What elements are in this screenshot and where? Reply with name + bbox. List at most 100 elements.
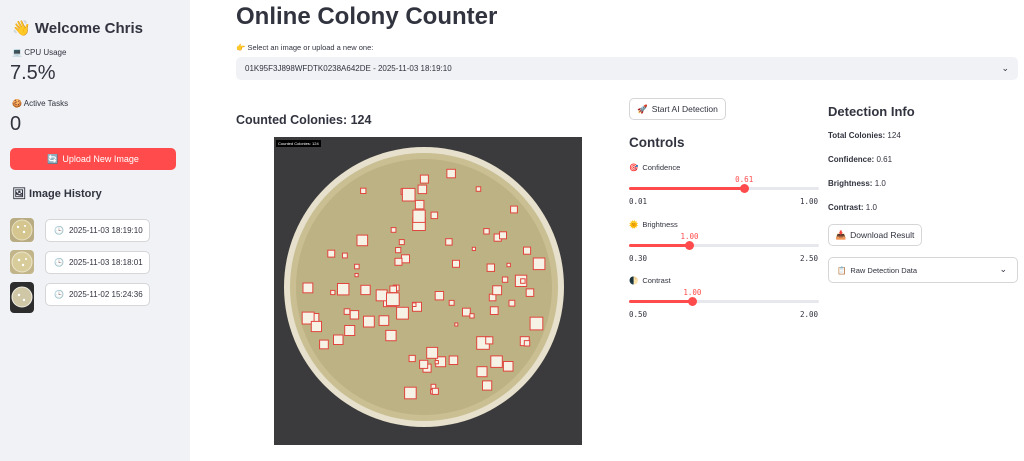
sun-icon: 🌞 bbox=[629, 220, 639, 229]
brightness-slider[interactable] bbox=[629, 241, 819, 250]
image-select-label: 👉 Select an image or upload a new one: bbox=[236, 43, 374, 52]
colony-detection-box bbox=[396, 306, 409, 320]
colony-image: Counted Colonies: 124 bbox=[274, 137, 582, 445]
colony-detection-box bbox=[385, 329, 397, 342]
target-icon: 🎯 bbox=[629, 163, 639, 172]
colony-detection-box bbox=[363, 315, 375, 328]
colony-detection-box bbox=[476, 366, 488, 378]
colony-detection-box bbox=[342, 252, 348, 259]
colony-detection-box bbox=[310, 320, 322, 333]
wave-icon: 👋 bbox=[12, 20, 31, 37]
download-result-button[interactable]: 📥 Download Result bbox=[828, 224, 922, 246]
contrast-min: 0.50 bbox=[629, 310, 648, 319]
colony-detection-box bbox=[475, 186, 482, 192]
history-item[interactable]: 🕒 2025-11-02 15:24:36 bbox=[45, 283, 150, 306]
colony-detection-box bbox=[354, 263, 360, 270]
confidence-slider[interactable] bbox=[629, 184, 819, 193]
cookie-icon: 🍪 bbox=[12, 99, 22, 108]
colony-detection-box bbox=[508, 299, 516, 307]
colony-detection-box bbox=[482, 380, 493, 391]
colony-detection-box bbox=[430, 211, 439, 220]
slider-fill bbox=[629, 187, 745, 190]
colony-detection-box bbox=[445, 238, 453, 246]
colony-detection-box bbox=[386, 292, 400, 307]
colony-detection-box bbox=[529, 316, 544, 331]
slider-fill bbox=[629, 244, 690, 247]
upload-new-image-button[interactable]: 🔄 Upload New Image bbox=[10, 148, 176, 170]
total-colonies-info: Total Colonies: 124 bbox=[828, 131, 901, 140]
colony-detection-box bbox=[471, 246, 477, 252]
history-item[interactable]: 🕒 2025-11-03 18:18:01 bbox=[45, 251, 150, 274]
history-thumbnail[interactable] bbox=[10, 282, 34, 313]
clock-icon: 🕒 bbox=[54, 226, 64, 235]
colony-detection-box bbox=[394, 257, 403, 266]
colony-detection-box bbox=[523, 246, 532, 255]
colony-detection-box bbox=[506, 262, 511, 268]
colony-detection-box bbox=[431, 387, 439, 395]
raw-detection-data-expander[interactable]: 📋 Raw Detection Data ⌄ bbox=[828, 257, 1018, 283]
brightness-max: 2.50 bbox=[800, 254, 819, 263]
welcome-heading: 👋 Welcome Chris bbox=[12, 20, 143, 37]
colony-detection-box bbox=[483, 228, 490, 235]
sidebar: 👋 Welcome Chris 💻 CPU Usage 7.5% 🍪 Activ… bbox=[0, 0, 190, 461]
slider-thumb[interactable] bbox=[688, 297, 698, 306]
colony-detection-box bbox=[462, 307, 471, 317]
colony-detection-box bbox=[375, 289, 388, 302]
colony-detection-box bbox=[389, 285, 398, 294]
colony-detection-box bbox=[434, 291, 445, 301]
colony-detection-box bbox=[469, 313, 475, 319]
colony-detection-box bbox=[448, 355, 459, 365]
colony-detection-box bbox=[411, 302, 417, 307]
colony-detection-box bbox=[510, 205, 518, 214]
colony-detection-box bbox=[330, 289, 336, 296]
colony-detection-box bbox=[446, 168, 456, 179]
chevron-down-icon: ⌄ bbox=[1001, 63, 1009, 73]
colony-detection-box bbox=[434, 360, 439, 365]
confidence-label: 🎯 Confidence bbox=[629, 163, 681, 172]
colony-detection-box bbox=[356, 234, 369, 247]
colony-detection-box bbox=[525, 288, 535, 297]
computer-icon: 💻 bbox=[12, 48, 22, 57]
colony-detection-box bbox=[401, 187, 416, 202]
contrast-value: 1.00 bbox=[683, 288, 702, 297]
confidence-min: 0.01 bbox=[629, 197, 648, 206]
slider-thumb[interactable] bbox=[740, 184, 750, 193]
colony-detection-box bbox=[378, 315, 390, 326]
colony-detection-box bbox=[448, 299, 455, 306]
brightness-info: Brightness: 1.0 bbox=[828, 179, 886, 188]
colony-detection-box bbox=[532, 257, 546, 271]
download-icon: 📥 bbox=[835, 229, 847, 240]
colony-detection-box bbox=[452, 259, 460, 268]
colony-detection-box bbox=[414, 199, 425, 210]
brightness-value: 1.00 bbox=[680, 232, 699, 241]
colony-detection-box bbox=[337, 283, 350, 296]
contrast-slider[interactable] bbox=[629, 297, 819, 306]
colony-detection-box bbox=[501, 276, 509, 283]
colony-detection-box bbox=[398, 239, 405, 246]
colony-detection-box bbox=[401, 254, 410, 264]
start-ai-detection-button[interactable]: 🚀 Start AI Detection bbox=[629, 98, 726, 120]
colony-detection-box bbox=[412, 209, 426, 223]
brightness-min: 0.30 bbox=[629, 254, 648, 263]
contrast-label: 🌓 Contrast bbox=[629, 276, 671, 285]
colony-detection-box bbox=[454, 322, 459, 327]
controls-heading: Controls bbox=[629, 135, 685, 150]
colony-detection-box bbox=[499, 231, 507, 240]
clipboard-icon: 📋 bbox=[837, 265, 847, 275]
colony-detection-box bbox=[426, 346, 439, 359]
colony-detection-box bbox=[327, 249, 336, 258]
active-tasks-value: 0 bbox=[10, 113, 22, 135]
colony-detection-box bbox=[302, 282, 314, 294]
rocket-icon: 🚀 bbox=[637, 103, 648, 114]
colony-detection-box bbox=[489, 306, 499, 316]
image-history-heading: 🖼 Image History bbox=[12, 188, 102, 200]
image-overlay-label: Counted Colonies: 124 bbox=[276, 140, 321, 147]
slider-thumb[interactable] bbox=[685, 241, 695, 250]
contrast-info: Contrast: 1.0 bbox=[828, 203, 877, 212]
history-item[interactable]: 🕒 2025-11-03 18:19:10 bbox=[45, 219, 150, 242]
history-thumbnail[interactable] bbox=[10, 218, 34, 242]
image-select[interactable]: 01K95F3J898WFDTK0238A642DE - 2025-11-03 … bbox=[236, 57, 1018, 80]
history-thumbnail[interactable] bbox=[10, 250, 34, 274]
colony-detection-box bbox=[490, 355, 503, 368]
brightness-label: 🌞 Brightness bbox=[629, 220, 678, 229]
